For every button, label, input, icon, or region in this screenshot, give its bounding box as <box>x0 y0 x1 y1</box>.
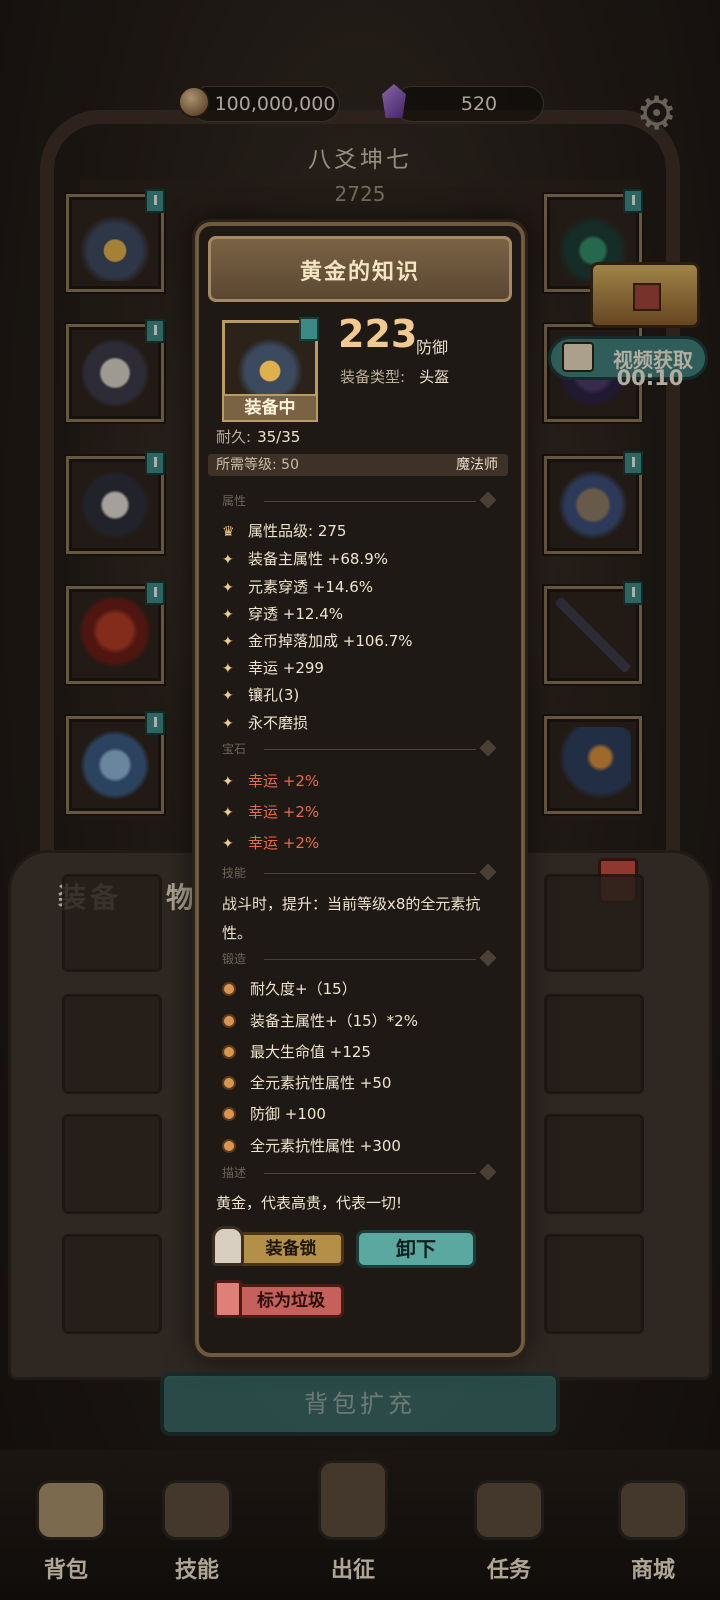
diamond-icon <box>479 739 497 757</box>
main-stat-unit: 防御 <box>416 338 449 357</box>
gem-name: 幸运 <box>248 834 279 852</box>
section-skill: 技能 <box>222 863 497 882</box>
attribute-text: 幸运 +299 <box>248 659 324 677</box>
section-description: 描述 <box>222 1163 497 1182</box>
required-class: 魔法师 <box>456 457 498 473</box>
forge-text: 最大生命值 +125 <box>250 1043 371 1061</box>
item-type-value: 头盔 <box>419 368 450 386</box>
section-label: 属性 <box>222 494 247 508</box>
forge-line: 防御 +100 <box>222 1103 326 1124</box>
gem-line: ✦ 幸运 +2% <box>222 770 319 791</box>
gem-name: 幸运 <box>248 803 279 821</box>
forge-line: 耐久度+（15） <box>222 978 357 999</box>
attribute-line: ✦ 装备主属性 +68.9% <box>222 548 388 569</box>
diamond-icon <box>479 1163 497 1181</box>
forge-orb-icon <box>222 1107 236 1121</box>
unequip-button[interactable]: 卸下 <box>356 1230 476 1268</box>
attribute-line: ✦ 永不磨损 <box>222 712 308 733</box>
requirement-bar: 所需等级: 50 魔法师 <box>208 454 508 476</box>
durability-value: 35/35 <box>257 428 301 446</box>
attribute-line: ✦ 穿透 +12.4% <box>222 603 343 624</box>
attribute-text: 元素穿透 +14.6% <box>248 578 373 596</box>
section-attributes: 属性 <box>222 491 497 510</box>
sparkle-icon: ✦ <box>222 661 234 677</box>
crown-icon: ♛ <box>222 524 235 540</box>
attribute-quality: ♛ 属性品级: 275 <box>222 520 346 541</box>
item-name: 黄金的知识 <box>299 260 420 285</box>
attribute-text: 永不磨损 <box>248 714 309 732</box>
section-label: 描述 <box>222 1166 247 1180</box>
attribute-line: ✦ 镶孔(3) <box>222 684 299 705</box>
gem-bonus: +2% <box>282 803 320 821</box>
sparkle-icon: ✦ <box>222 607 234 623</box>
gem-bonus: +2% <box>282 772 320 790</box>
gem-name: 幸运 <box>248 772 279 790</box>
forge-text: 耐久度+（15） <box>250 980 357 998</box>
sparkle-icon: ✦ <box>222 552 234 568</box>
durability: 耐久: 35/35 <box>216 426 300 447</box>
required-level: 所需等级: 50 <box>216 457 299 473</box>
lock-icon <box>212 1226 244 1266</box>
equipped-status-badge: 装备中 <box>222 394 318 422</box>
attribute-text: 镶孔(3) <box>248 686 300 704</box>
diamond-icon <box>479 491 497 509</box>
forge-orb-icon <box>222 1076 236 1090</box>
section-forge: 锻造 <box>222 949 497 968</box>
forge-line: 最大生命值 +125 <box>222 1041 371 1062</box>
forge-text: 防御 +100 <box>250 1105 326 1123</box>
gem-line: ✦ 幸运 +2% <box>222 832 319 853</box>
forge-text: 装备主属性+（15）*2% <box>250 1012 418 1030</box>
gem-bonus: +2% <box>282 834 320 852</box>
item-description: 黄金，代表高贵，代表一切! <box>216 1194 403 1212</box>
section-label: 技能 <box>222 866 247 880</box>
forge-line: 装备主属性+（15）*2% <box>222 1010 418 1031</box>
sparkle-icon: ✦ <box>222 688 234 704</box>
sparkle-icon: ✦ <box>222 634 234 650</box>
attribute-line: ✦ 幸运 +299 <box>222 657 324 678</box>
forge-orb-icon <box>222 1045 236 1059</box>
forge-orb-icon <box>222 982 236 996</box>
diamond-icon <box>479 863 497 881</box>
diamond-icon <box>479 949 497 967</box>
trash-icon <box>214 1280 242 1318</box>
section-gems: 宝石 <box>222 739 497 758</box>
item-type-label: 装备类型: <box>340 368 406 386</box>
forge-text: 全元素抗性属性 +50 <box>250 1074 392 1092</box>
item-type: 装备类型: 头盔 <box>340 366 449 387</box>
durability-label: 耐久: <box>216 428 252 446</box>
game-screen: 100,000,000 520 ⚙ 八爻坤七 2725 视频获取 00:10 背… <box>0 0 720 1600</box>
sparkle-icon: ✦ <box>222 774 234 790</box>
attribute-line: ✦ 金币掉落加成 +106.7% <box>222 630 413 651</box>
sparkle-icon: ✦ <box>222 836 234 852</box>
helmet-icon <box>235 329 305 399</box>
section-label: 宝石 <box>222 742 247 756</box>
forge-orb-icon <box>222 1139 236 1153</box>
forge-line: 全元素抗性属性 +50 <box>222 1072 391 1093</box>
forge-orb-icon <box>222 1014 236 1028</box>
quality-text: 属性品级: 275 <box>248 522 347 540</box>
section-label: 锻造 <box>222 952 247 966</box>
forge-line: 全元素抗性属性 +300 <box>222 1135 401 1156</box>
attribute-text: 穿透 +12.4% <box>248 605 343 623</box>
skill-description: 战斗时，提升：当前等级x8的全元素抗性。 <box>222 895 481 942</box>
sparkle-icon: ✦ <box>222 580 234 596</box>
attribute-text: 装备主属性 +68.9% <box>248 550 388 568</box>
attribute-line: ✦ 元素穿透 +14.6% <box>222 576 373 597</box>
gem-line: ✦ 幸运 +2% <box>222 801 319 822</box>
main-stat-value: 223 <box>338 312 418 356</box>
attribute-text: 金币掉落加成 +106.7% <box>248 632 413 650</box>
forge-text: 全元素抗性属性 +300 <box>250 1137 401 1155</box>
equipped-tag-icon <box>299 317 319 341</box>
sparkle-icon: ✦ <box>222 805 234 821</box>
sparkle-icon: ✦ <box>222 716 234 732</box>
